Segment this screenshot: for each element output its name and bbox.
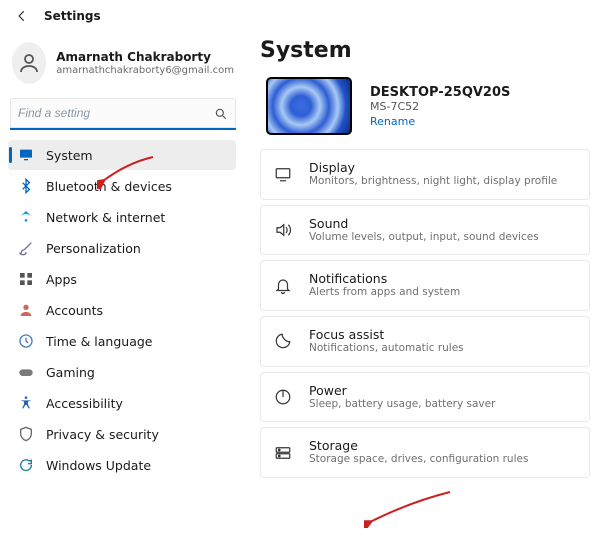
card-sound[interactable]: SoundVolume levels, output, input, sound… <box>260 205 590 256</box>
sidebar-item-bluetooth-devices[interactable]: Bluetooth & devices <box>8 171 236 201</box>
card-title: Sound <box>309 216 539 231</box>
card-focus-assist[interactable]: Focus assistNotifications, automatic rul… <box>260 316 590 367</box>
sidebar-item-gaming[interactable]: Gaming <box>8 357 236 387</box>
device-block: DESKTOP-25QV20S MS-7C52 Rename <box>260 77 592 149</box>
sidebar-item-network-internet[interactable]: Network & internet <box>8 202 236 232</box>
main-content: System DESKTOP-25QV20S MS-7C52 Rename Di… <box>246 28 600 544</box>
sidebar-item-windows-update[interactable]: Windows Update <box>8 450 236 480</box>
rename-link[interactable]: Rename <box>370 115 510 128</box>
display-icon <box>273 164 293 184</box>
sidebar-item-privacy-security[interactable]: Privacy & security <box>8 419 236 449</box>
person-icon <box>18 302 34 318</box>
sidebar-item-label: Bluetooth & devices <box>46 179 172 194</box>
sidebar-item-label: Privacy & security <box>46 427 159 442</box>
sidebar-item-label: Network & internet <box>46 210 165 225</box>
card-title: Focus assist <box>309 327 464 342</box>
update-icon <box>18 457 34 473</box>
window-title: Settings <box>44 9 101 23</box>
sidebar-item-system[interactable]: System <box>8 140 236 170</box>
device-name: DESKTOP-25QV20S <box>370 85 510 100</box>
bell-icon <box>273 276 293 296</box>
user-name: Amarnath Chakraborty <box>56 50 234 65</box>
card-title: Storage <box>309 438 528 453</box>
settings-card-list: DisplayMonitors, brightness, night light… <box>260 149 592 478</box>
device-thumbnail <box>266 77 352 135</box>
monitor-icon <box>18 147 34 163</box>
gaming-icon <box>18 364 34 380</box>
sidebar-item-accessibility[interactable]: Accessibility <box>8 388 236 418</box>
card-title: Power <box>309 383 495 398</box>
card-notifications[interactable]: NotificationsAlerts from apps and system <box>260 260 590 311</box>
sidebar-item-apps[interactable]: Apps <box>8 264 236 294</box>
card-title: Display <box>309 160 557 175</box>
sidebar-item-label: Accounts <box>46 303 103 318</box>
brush-icon <box>18 240 34 256</box>
nav-list: System Bluetooth & devices Network & inter… <box>8 140 238 480</box>
device-model: MS-7C52 <box>370 100 510 113</box>
sound-icon <box>273 220 293 240</box>
page-title: System <box>260 38 592 63</box>
search-icon <box>214 107 228 121</box>
back-button[interactable] <box>14 8 30 24</box>
search-input[interactable] <box>10 98 236 130</box>
card-subtitle: Alerts from apps and system <box>309 286 460 300</box>
sidebar-item-label: System <box>46 148 93 163</box>
accessibility-icon <box>18 395 34 411</box>
sidebar-item-personalization[interactable]: Personalization <box>8 233 236 263</box>
card-power[interactable]: PowerSleep, battery usage, battery saver <box>260 372 590 423</box>
wifi-icon <box>18 209 34 225</box>
card-subtitle: Sleep, battery usage, battery saver <box>309 398 495 412</box>
storage-icon <box>273 443 293 463</box>
sidebar-item-label: Time & language <box>46 334 152 349</box>
user-email: amarnathchakraborty6@gmail.com <box>56 65 234 77</box>
card-storage[interactable]: StorageStorage space, drives, configurat… <box>260 427 590 478</box>
card-subtitle: Monitors, brightness, night light, displ… <box>309 175 557 189</box>
power-icon <box>273 387 293 407</box>
shield-icon <box>18 426 34 442</box>
card-title: Notifications <box>309 271 460 286</box>
card-display[interactable]: DisplayMonitors, brightness, night light… <box>260 149 590 200</box>
clock-icon <box>18 333 34 349</box>
card-subtitle: Volume levels, output, input, sound devi… <box>309 231 539 245</box>
bluetooth-icon <box>18 178 34 194</box>
sidebar-item-accounts[interactable]: Accounts <box>8 295 236 325</box>
user-profile[interactable]: Amarnath Chakraborty amarnathchakraborty… <box>8 36 238 94</box>
avatar <box>12 42 46 84</box>
sidebar-item-label: Windows Update <box>46 458 151 473</box>
moon-icon <box>273 331 293 351</box>
sidebar-item-label: Gaming <box>46 365 95 380</box>
sidebar: Amarnath Chakraborty amarnathchakraborty… <box>0 28 246 544</box>
card-subtitle: Notifications, automatic rules <box>309 342 464 356</box>
card-subtitle: Storage space, drives, configuration rul… <box>309 453 528 467</box>
apps-icon <box>18 271 34 287</box>
sidebar-item-time-language[interactable]: Time & language <box>8 326 236 356</box>
sidebar-item-label: Apps <box>46 272 77 287</box>
sidebar-item-label: Accessibility <box>46 396 123 411</box>
sidebar-item-label: Personalization <box>46 241 141 256</box>
